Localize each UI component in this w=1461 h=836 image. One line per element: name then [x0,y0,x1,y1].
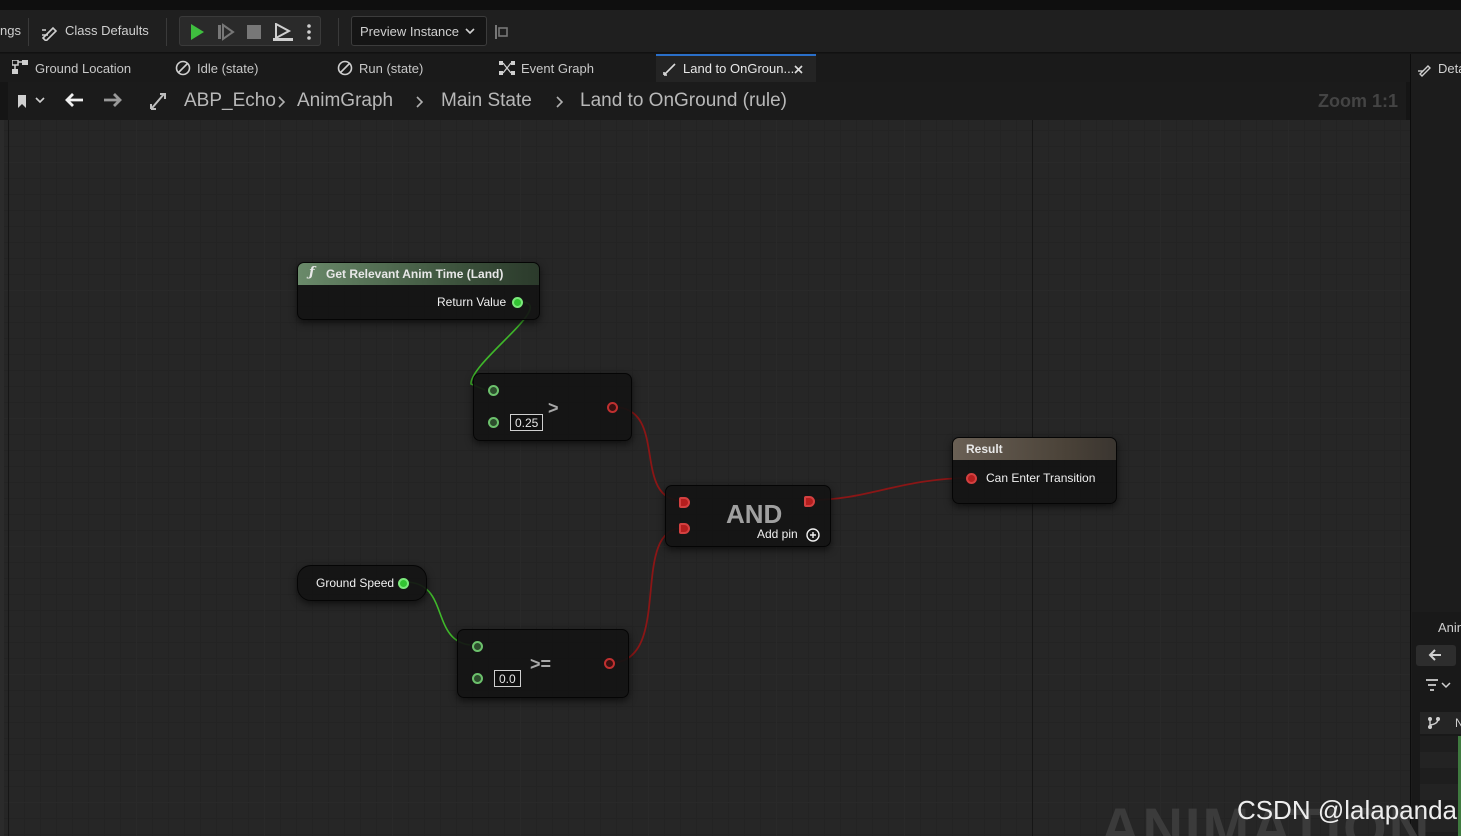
branch-icon [1428,717,1440,729]
transition-icon [663,63,676,76]
close-icon[interactable] [794,65,803,74]
input-pin-b[interactable] [488,417,499,428]
step-icon[interactable] [217,23,235,41]
toolbar-divider [166,18,167,46]
tab-ground-location[interactable]: Ground Location [12,54,162,82]
output-pin[interactable] [804,496,815,507]
chevron-right-icon [416,96,424,108]
zoom-level: Zoom 1:1 [1317,91,1398,111]
back-arrow-icon[interactable] [64,92,84,108]
toolbar-divider [28,18,29,46]
breadcrumb-item[interactable]: AnimGraph [297,90,393,112]
toolbar: ngs Class Defaults Preview Instance [0,10,1461,53]
result-node[interactable]: Result Can Enter Transition [952,437,1117,504]
and-node[interactable]: AND Add pin [665,485,831,547]
input-pin-a[interactable] [472,641,483,652]
breadcrumb-bar: ABP_Echo AnimGraph Main State Land to On… [8,82,1406,120]
input-pin-a[interactable] [488,385,499,396]
variable-label: Ground Speed [316,576,395,590]
tab-idle-state[interactable]: Idle (state) [175,54,325,82]
greater-equal-node[interactable]: 0.0 >= [457,629,629,698]
value-input[interactable]: 0.0 [494,670,521,687]
filter-icon[interactable] [1425,678,1451,692]
tab-label: Event Graph [521,61,594,76]
can-enter-transition-pin[interactable] [966,473,977,484]
plus-circle-icon [806,528,820,542]
class-defaults-icon [41,26,58,41]
bookmark-icon [18,95,26,108]
column-header: N [1420,712,1461,734]
csdn-watermark: CSDN @lalapanda [1236,795,1457,825]
forward-arrow-icon[interactable] [103,92,123,108]
tab-label: Land to OnGroun... [683,61,795,76]
output-pin[interactable] [607,402,618,413]
class-defaults-label: Class Defaults [65,23,149,38]
output-pin[interactable] [604,658,615,669]
ground-speed-variable-node[interactable]: Ground Speed [297,565,427,601]
input-pin-a[interactable] [679,497,690,508]
preview-instance-label: Preview Instance [360,24,459,39]
node-header: ƒ Get Relevant Anim Time (Land) [298,263,539,285]
back-button[interactable] [1416,645,1456,666]
tab-label: Idle (state) [197,61,259,76]
tab-event-graph[interactable]: Event Graph [499,54,649,82]
details-tab-label[interactable]: Deta [1438,61,1461,76]
ground-speed-pin[interactable] [398,578,409,589]
debug-filter-icon[interactable] [493,23,511,41]
transition-icon [150,93,166,110]
top-strip [0,0,1461,10]
node-title: Get Relevant Anim Time (Land) [326,267,504,281]
chevron-down-icon [465,28,475,35]
node-header: Result [953,438,1116,460]
toolbar-divider [338,18,339,46]
settings-button[interactable]: ngs [0,23,21,38]
left-panel-edge [0,120,4,836]
details-icon [1418,65,1431,77]
greater-than-node[interactable]: 0.25 > [473,373,632,441]
pin-label: Can Enter Transition [986,471,1096,485]
chevron-right-icon [556,96,564,108]
preview-instance-dropdown[interactable]: Preview Instance [351,16,487,46]
column-header-label: N [1455,716,1461,730]
play-icon[interactable] [188,23,206,41]
play-controls [179,16,321,46]
graph-icon [12,60,28,74]
eject-icon[interactable] [273,23,293,41]
class-defaults-button[interactable]: Class Defaults [40,10,158,53]
node-title: Result [966,442,1003,456]
anim-panel-label[interactable]: Anin [1438,620,1461,635]
input-pin-b[interactable] [472,673,483,684]
back-arrow-icon [1428,649,1441,661]
breadcrumb-item[interactable]: ABP_Echo [184,90,276,112]
add-pin-label: Add pin [757,527,798,541]
get-relevant-anim-time-node[interactable]: ƒ Get Relevant Anim Time (Land) Return V… [297,262,540,320]
document-tabs: Ground Location Idle (state) Run (state)… [0,54,1410,82]
bookmark-dropdown[interactable] [8,82,50,120]
breadcrumb-item[interactable]: Main State [441,90,532,112]
stop-icon[interactable] [246,24,262,40]
state-icon [175,60,191,76]
input-pin-b[interactable] [679,523,690,534]
tab-label: Ground Location [35,61,132,76]
value-input[interactable]: 0.25 [510,414,544,431]
event-graph-icon [499,61,515,75]
pin-label: Return Value [437,295,507,309]
return-value-pin[interactable] [512,297,523,308]
tab-label: Run (state) [359,61,424,76]
more-options-icon[interactable] [306,24,312,40]
breadcrumb-item-current[interactable]: Land to OnGround (rule) [580,90,787,112]
chevron-down-icon [35,97,45,104]
function-icon: ƒ [309,265,315,280]
add-pin-button[interactable]: Add pin [757,527,827,545]
graph-canvas[interactable] [0,120,1410,836]
state-icon [337,60,353,76]
operator-label: > [548,398,559,418]
operator-label: >= [530,654,552,674]
chevron-right-icon [278,96,286,108]
node-title: AND [726,499,783,529]
tab-land-to-onground[interactable]: Land to OnGroun... [656,54,816,82]
tab-run-state[interactable]: Run (state) [337,54,487,82]
